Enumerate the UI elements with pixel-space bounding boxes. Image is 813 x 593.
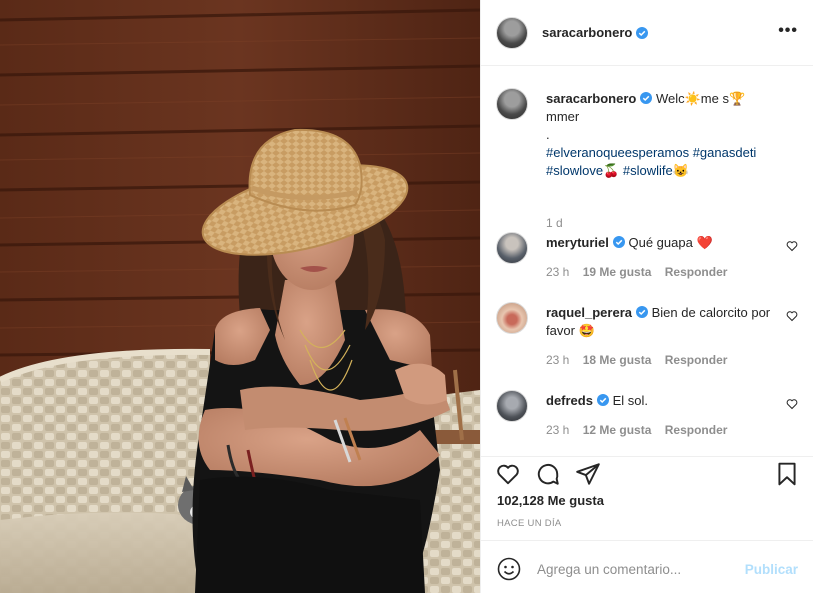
comment-item: meryturiel Qué guapa ❤️ 23 h 19 Me gusta… xyxy=(496,232,801,282)
comment-item: defreds El sol. 23 h 12 Me gusta Respond… xyxy=(496,390,801,440)
heart-icon[interactable] xyxy=(786,310,798,322)
comment-username[interactable]: defreds xyxy=(546,393,593,408)
comment-input[interactable]: Agrega un comentario... xyxy=(537,562,681,577)
post-timestamp[interactable]: HACE UN DÍA xyxy=(497,518,562,529)
comment-meta: 23 h 19 Me gusta Responder xyxy=(546,265,737,279)
comment-time[interactable]: 23 h xyxy=(546,423,569,437)
more-options-icon[interactable]: ••• xyxy=(778,22,798,40)
verified-badge-icon xyxy=(640,92,653,104)
comment-username[interactable]: raquel_perera xyxy=(546,305,632,320)
comment-meta: 23 h 12 Me gusta Responder xyxy=(546,423,737,437)
emoji-icon[interactable] xyxy=(497,557,521,581)
comment-likes[interactable]: 18 Me gusta xyxy=(583,353,652,367)
comment-icon[interactable] xyxy=(535,461,561,487)
comment-likes[interactable]: 12 Me gusta xyxy=(583,423,652,437)
share-icon[interactable] xyxy=(575,461,601,487)
comment-item: raquel_perera Bien de calorcito por favo… xyxy=(496,302,801,372)
comments-list: saracarbonero Welc☀️me s🏆 mmer . #elvera… xyxy=(481,66,813,456)
caption-text-line3: . xyxy=(546,127,550,142)
heart-icon[interactable] xyxy=(495,461,521,487)
publish-button[interactable]: Publicar xyxy=(745,562,798,577)
verified-badge-icon xyxy=(636,26,649,39)
post-photo[interactable] xyxy=(0,0,480,593)
comment-time[interactable]: 23 h xyxy=(546,353,569,367)
post-actions: 102,128 Me gusta HACE UN DÍA xyxy=(481,456,813,540)
post-caption: saracarbonero Welc☀️me s🏆 mmer . #elvera… xyxy=(496,88,801,230)
comment-body: raquel_perera Bien de calorcito por favo… xyxy=(546,304,776,340)
comment-body: defreds El sol. xyxy=(546,392,776,410)
comment-body: meryturiel Qué guapa ❤️ xyxy=(546,234,776,252)
author-avatar[interactable] xyxy=(496,88,528,120)
author-avatar[interactable] xyxy=(496,16,528,49)
commenter-avatar[interactable] xyxy=(496,302,528,334)
comment-text: El sol. xyxy=(612,393,648,408)
post-header: saracarbonero ••• xyxy=(481,0,813,66)
caption-age[interactable]: 1 d xyxy=(546,216,563,230)
heart-icon[interactable] xyxy=(786,398,798,410)
verified-badge-icon xyxy=(636,306,648,318)
comment-username[interactable]: meryturiel xyxy=(546,235,609,250)
comment-text: Qué guapa ❤️ xyxy=(628,235,713,250)
instagram-post-modal: saracarbonero ••• saracarbonero Welc☀️me… xyxy=(0,0,813,593)
comment-time[interactable]: 23 h xyxy=(546,265,569,279)
heart-icon[interactable] xyxy=(786,240,798,252)
caption-body: saracarbonero Welc☀️me s🏆 mmer . #elvera… xyxy=(546,90,776,180)
hashtag-slowlife[interactable]: #slowlife😺 xyxy=(623,163,689,178)
comment-meta: 23 h 18 Me gusta Responder xyxy=(546,353,737,367)
caption-text-line1: Welc☀️me s🏆 xyxy=(655,91,746,106)
post-photo-illustration xyxy=(0,0,480,593)
hashtags-line1[interactable]: #elveranoqueesperamos #ganasdeti xyxy=(546,145,756,160)
post-detail-panel: saracarbonero ••• saracarbonero Welc☀️me… xyxy=(480,0,813,593)
reply-button[interactable]: Responder xyxy=(665,423,728,437)
add-comment-bar: Agrega un comentario... Publicar xyxy=(481,540,813,593)
commenter-avatar[interactable] xyxy=(496,232,528,264)
author-username[interactable]: saracarbonero xyxy=(542,25,632,40)
verified-badge-icon xyxy=(612,236,625,248)
caption-username[interactable]: saracarbonero xyxy=(546,91,636,106)
comment-likes[interactable]: 19 Me gusta xyxy=(583,265,652,279)
hashtag-slowlove[interactable]: #slowlove🍒 xyxy=(546,163,619,178)
caption-meta: 1 d xyxy=(546,216,573,230)
likes-count[interactable]: 102,128 Me gusta xyxy=(497,493,604,508)
reply-button[interactable]: Responder xyxy=(665,353,728,367)
bookmark-icon[interactable] xyxy=(774,461,800,487)
caption-text-line2: mmer xyxy=(546,109,580,124)
commenter-avatar[interactable] xyxy=(496,390,528,422)
reply-button[interactable]: Responder xyxy=(665,265,728,279)
verified-badge-icon xyxy=(596,394,609,406)
